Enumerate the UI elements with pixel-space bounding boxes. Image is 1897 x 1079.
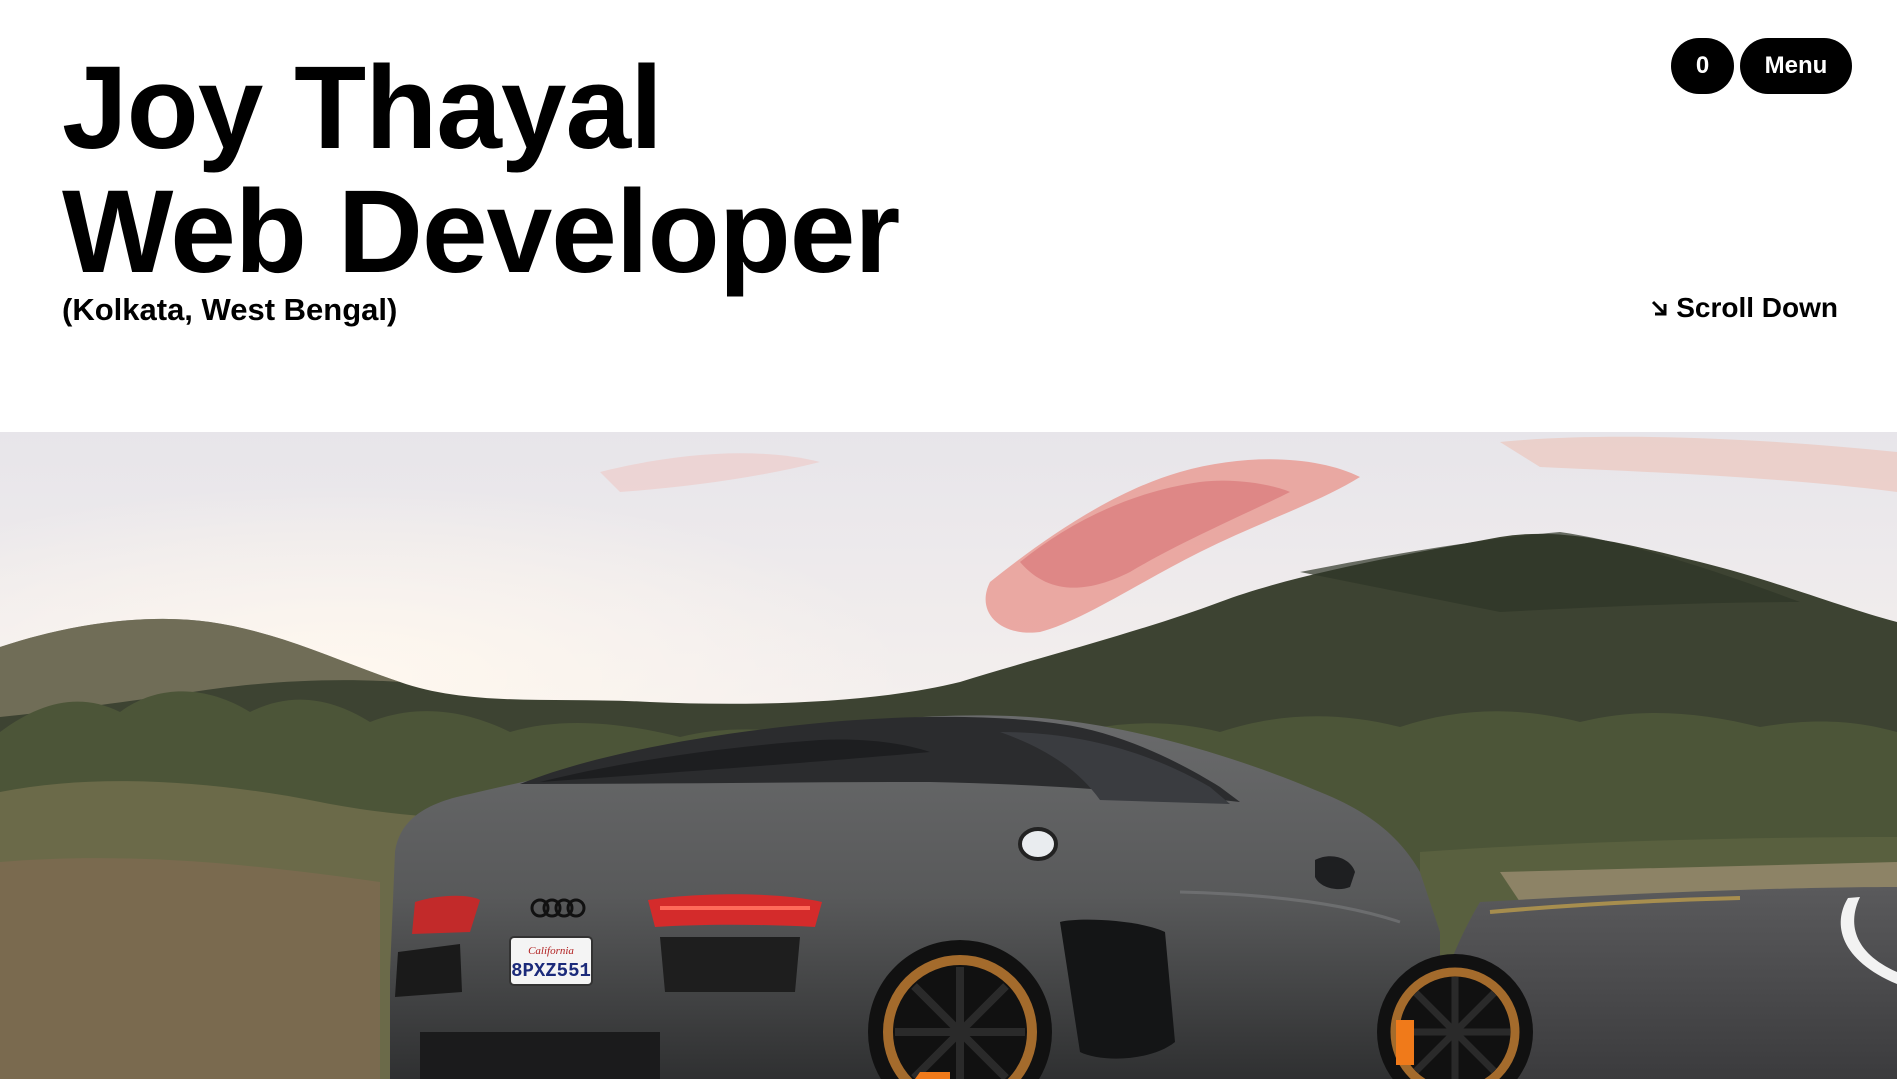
hero-title: Joy Thayal Web Developer bbox=[62, 42, 900, 298]
hero-image: California 8PXZ551 bbox=[0, 432, 1897, 1079]
plate-state: California bbox=[528, 945, 574, 957]
plate-number: 8PXZ551 bbox=[511, 960, 591, 982]
location-text: (Kolkata, West Bengal) bbox=[62, 292, 398, 327]
developer-role: Web Developer bbox=[62, 166, 900, 298]
developer-name: Joy Thayal bbox=[62, 42, 663, 174]
menu-button[interactable]: Menu bbox=[1740, 38, 1852, 94]
arrow-down-right-icon bbox=[1652, 300, 1667, 316]
cart-count-button[interactable]: 0 bbox=[1671, 38, 1734, 94]
scroll-down-link[interactable]: Scroll Down bbox=[1650, 292, 1838, 324]
scroll-down-label: Scroll Down bbox=[1676, 292, 1838, 323]
